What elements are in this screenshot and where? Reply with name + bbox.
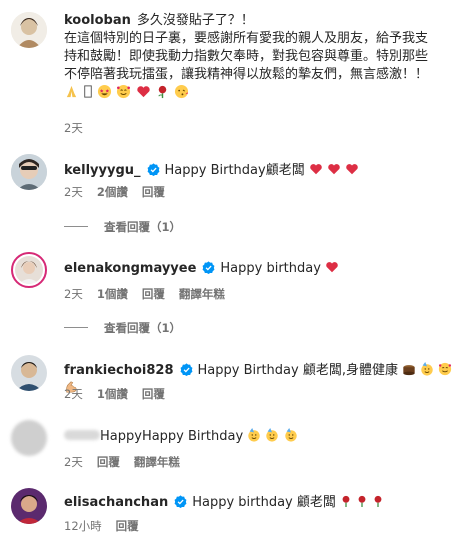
star-struck-face-icon xyxy=(98,84,112,99)
reply-button[interactable]: 回覆 xyxy=(142,185,165,199)
rose-icon xyxy=(158,85,166,99)
red-heart-icon xyxy=(310,164,322,175)
comment-content: HappyHappy Birthday xyxy=(64,428,459,446)
party-face-icon xyxy=(248,428,260,442)
verified-badge-icon xyxy=(147,163,159,176)
cake-icon xyxy=(403,365,415,376)
reply-button[interactable]: 回覆 xyxy=(116,519,139,533)
comment-content: elisachanchan Happy birthday 顧老闆 xyxy=(64,494,459,512)
avatar-image xyxy=(11,154,47,190)
red-heart-icon xyxy=(136,86,150,98)
verified-badge-icon xyxy=(174,495,187,508)
comment-content: elenakongmayyee Happy birthday xyxy=(64,260,459,278)
replies-divider xyxy=(64,226,88,227)
username-link[interactable]: frankiechoi828 xyxy=(64,363,174,378)
reply-button[interactable]: 回覆 xyxy=(142,387,165,401)
comment-meta: 2天 回覆 翻譯年糕 xyxy=(64,454,194,470)
translate-button[interactable]: 翻譯年糕 xyxy=(134,455,180,469)
smiling-hearts-face-icon xyxy=(117,84,131,99)
avatar-image xyxy=(11,488,47,524)
missing-glyph-icon xyxy=(84,85,92,98)
avatar-blurred[interactable] xyxy=(11,420,47,456)
comment-time: 2天 xyxy=(64,287,83,301)
praying-hands-icon xyxy=(66,85,77,98)
comment-text: Happy birthday 顧老闆 xyxy=(192,495,336,510)
comment-content: kooloban 多久沒發貼子了？！ 在這個特別的日子裏，要感謝所有愛我的親人及朋… xyxy=(64,12,459,103)
red-heart-icon xyxy=(346,164,358,175)
username-link[interactable]: elenakongmayyee xyxy=(64,261,196,276)
comment-meta: 12小時 回覆 xyxy=(64,518,153,534)
likes-count-button[interactable]: 1個讚 xyxy=(97,387,128,401)
emoji-row xyxy=(64,84,189,101)
comment-meta: 2天 1個讚 回覆 xyxy=(64,386,179,402)
comment-content: kellyyygu_ Happy Birthday顧老闆 xyxy=(64,162,459,180)
comment-text-line4: 不停陪著我玩擂蛋，讓我精神得以放鬆的摯友們，無言感激！！ xyxy=(64,67,429,82)
avatar[interactable] xyxy=(11,488,47,524)
smiling-hearts-face-icon xyxy=(439,362,452,376)
verified-badge-icon xyxy=(202,261,215,274)
rose-icon xyxy=(374,495,382,507)
rose-icon xyxy=(358,495,366,507)
comment-text: HappyHappy Birthday xyxy=(100,429,244,444)
username-link[interactable]: elisachanchan xyxy=(64,495,168,510)
username-link[interactable]: kooloban xyxy=(64,13,131,28)
likes-count-button[interactable]: 1個讚 xyxy=(97,287,128,301)
comment-text: Happy Birthday顧老闆 xyxy=(164,163,305,178)
avatar[interactable] xyxy=(11,355,47,391)
comment-meta: 2天 1個讚 回覆 翻譯年糕 xyxy=(64,286,239,302)
red-heart-icon xyxy=(326,262,338,273)
comment-text-line2: 在這個特別的日子裏，要感謝所有愛我的親人及朋友，給予我支 xyxy=(64,31,429,46)
comment-time: 2天 xyxy=(64,121,83,135)
comment-text-line3: 持和鼓勵！即使我動力指數欠奉時，對我包容與尊重。特別那些 xyxy=(64,49,429,64)
comment-time: 12小時 xyxy=(64,519,102,533)
comment-text: Happy birthday xyxy=(220,261,321,276)
comment-time: 2天 xyxy=(64,185,83,199)
comment-time: 2天 xyxy=(64,455,83,469)
view-replies-button[interactable]: 查看回覆（1） xyxy=(64,320,181,336)
comment-text: Happy Birthday 顧老闆,身體健康 xyxy=(197,363,398,378)
party-face-icon xyxy=(266,428,279,442)
view-replies-button[interactable]: 查看回覆（1） xyxy=(64,219,181,235)
avatar-with-story-ring[interactable] xyxy=(11,252,47,288)
view-replies-label: 查看回覆（1） xyxy=(104,220,182,234)
rose-icon xyxy=(342,495,350,507)
username-link[interactable]: kellyyygu_ xyxy=(64,163,141,178)
avatar[interactable] xyxy=(11,12,47,48)
avatar-image xyxy=(11,12,47,48)
party-face-icon xyxy=(284,428,297,442)
avatar-image xyxy=(15,256,43,284)
replies-divider xyxy=(64,327,88,328)
party-face-icon xyxy=(421,362,433,376)
likes-count-button[interactable]: 2個讚 xyxy=(97,185,128,199)
comment-time: 2天 xyxy=(64,387,83,401)
verified-badge-icon xyxy=(180,363,192,376)
reply-button[interactable]: 回覆 xyxy=(97,455,120,469)
username-blurred[interactable] xyxy=(64,430,100,440)
comment-text-line1: 多久沒發貼子了？！ xyxy=(136,13,254,28)
comment-meta: 2天 xyxy=(64,120,97,136)
view-replies-label: 查看回覆（1） xyxy=(104,321,182,335)
comment-meta: 2天 2個讚 回覆 xyxy=(64,184,179,200)
kissing-face-icon xyxy=(174,84,188,99)
avatar[interactable] xyxy=(11,154,47,190)
translate-button[interactable]: 翻譯年糕 xyxy=(179,287,225,301)
reply-button[interactable]: 回覆 xyxy=(142,287,165,301)
avatar-image xyxy=(11,355,47,391)
red-heart-icon xyxy=(328,164,340,175)
